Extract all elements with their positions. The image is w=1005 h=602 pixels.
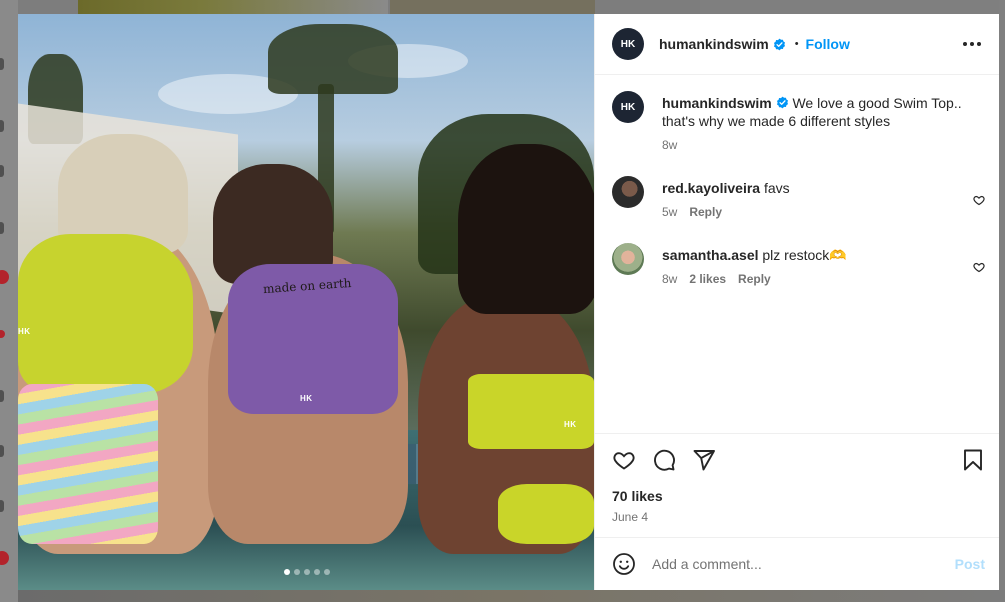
background-feed-edge [999, 0, 1005, 602]
comment-input[interactable] [652, 556, 955, 572]
comment-item: red.kayoliveira favs 5w Reply [612, 176, 985, 219]
nav-icon [0, 165, 4, 177]
comment-text: plz restock🫶 [762, 247, 847, 263]
emoji-icon[interactable] [612, 552, 636, 576]
carousel-dot[interactable] [314, 569, 320, 575]
author-username[interactable]: humankindswim [659, 36, 769, 52]
post-date: June 4 [612, 510, 649, 524]
verified-badge-icon [776, 96, 788, 109]
carousel-dot[interactable] [324, 569, 330, 575]
separator-dot: • [794, 38, 799, 50]
carousel-indicator [284, 569, 330, 575]
more-options-icon[interactable] [959, 38, 985, 50]
comment-icon[interactable] [652, 448, 676, 472]
notification-badge [0, 270, 9, 284]
background-post-thumbnail [390, 0, 595, 14]
brand-mark: HK [300, 394, 313, 403]
comment-age: 5w [662, 205, 678, 219]
commenter-avatar[interactable] [612, 176, 644, 208]
yellow-swim-bottom [498, 484, 594, 544]
nav-icon [0, 390, 4, 402]
nav-icon [0, 120, 4, 132]
like-comment-heart-icon[interactable] [973, 261, 985, 273]
author-avatar[interactable]: HK [612, 28, 644, 60]
post-modal: made on earth HK HK HK HK humankindswim … [18, 14, 999, 590]
heart-icon[interactable] [612, 448, 636, 472]
caption-text: humankindswim We love a good Swim Top.. … [662, 94, 985, 130]
post-comment-button[interactable]: Post [955, 556, 985, 572]
commenter-username[interactable]: samantha.asel [662, 247, 759, 263]
reply-button[interactable]: Reply [689, 205, 722, 219]
commenter-avatar[interactable] [612, 243, 644, 275]
carousel-dot[interactable] [284, 569, 290, 575]
carousel-dot[interactable] [304, 569, 310, 575]
add-comment-bar: Post [595, 537, 999, 590]
brand-mark: HK [564, 420, 577, 429]
yellow-swim-top [18, 234, 193, 394]
share-icon[interactable] [692, 448, 716, 472]
comment-likes[interactable]: 2 likes [689, 272, 726, 286]
background-post-thumbnail [78, 0, 388, 14]
caption-username[interactable]: humankindswim [662, 95, 772, 111]
comments-list: HK humankindswim We love a good Swim Top… [595, 75, 999, 433]
nav-icon [0, 445, 4, 457]
caption: HK humankindswim We love a good Swim Top… [612, 91, 985, 152]
notification-dot [0, 330, 5, 338]
post-sidebar: HK humankindswim • Follow HK humankindsw… [594, 14, 999, 590]
comment-item: samantha.asel plz restock🫶 8w 2 likes Re… [612, 243, 985, 286]
carousel-dot[interactable] [294, 569, 300, 575]
yellow-swim-top [468, 374, 594, 449]
comment-text: favs [763, 180, 790, 196]
background-feed-edge [0, 0, 18, 602]
striped-swim-shorts [18, 384, 158, 544]
nav-icon [0, 58, 4, 70]
post-image[interactable]: made on earth HK HK HK [18, 14, 594, 590]
verified-badge-icon [773, 38, 785, 50]
commenter-username[interactable]: red.kayoliveira [662, 180, 760, 196]
nav-icon [0, 222, 4, 234]
person-right-hair [458, 144, 594, 314]
background-post-thumbnail [18, 590, 1005, 602]
notification-badge [0, 551, 9, 565]
background-post-thumbnail [700, 0, 1005, 14]
follow-button[interactable]: Follow [806, 36, 850, 52]
reply-button[interactable]: Reply [738, 272, 771, 286]
likes-count[interactable]: 70 likes [612, 488, 985, 504]
bookmark-icon[interactable] [961, 448, 985, 472]
caption-age: 8w [662, 138, 678, 152]
palm-tree [268, 24, 398, 94]
brand-mark: HK [18, 327, 31, 336]
nav-icon [0, 500, 4, 512]
post-header: HK humankindswim • Follow [595, 14, 999, 75]
post-actions: 70 likes June 4 [595, 433, 999, 537]
author-avatar[interactable]: HK [612, 91, 644, 123]
like-comment-heart-icon[interactable] [973, 194, 985, 206]
comment-age: 8w [662, 272, 678, 286]
